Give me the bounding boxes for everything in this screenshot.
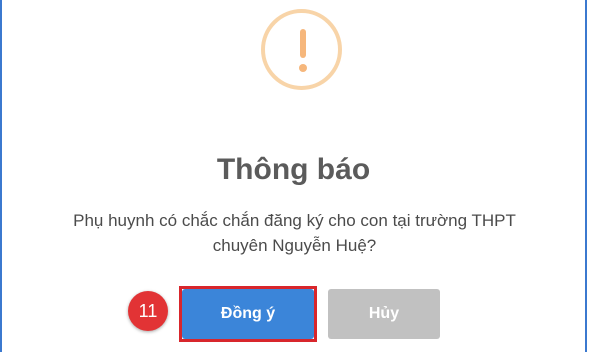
cancel-button[interactable]: Hủy [328, 289, 440, 339]
dialog-message-line: Phụ huynh có chắc chắn đăng ký cho con t… [73, 211, 516, 230]
highlight-frame [179, 286, 317, 342]
warning-exclamation-bar [300, 29, 306, 58]
warning-icon [261, 9, 342, 90]
dialog-message-line: chuyên Nguyễn Huệ? [212, 236, 377, 255]
dialog-title: Thông báo [216, 153, 371, 186]
confirm-dialog: Thông báo Phụ huynh có chắc chắn đăng ký… [0, 0, 587, 352]
dialog-message: Phụ huynh có chắc chắn đăng ký cho con t… [22, 208, 567, 258]
step-number-badge: 11 [128, 291, 168, 331]
warning-exclamation-dot [299, 64, 307, 72]
